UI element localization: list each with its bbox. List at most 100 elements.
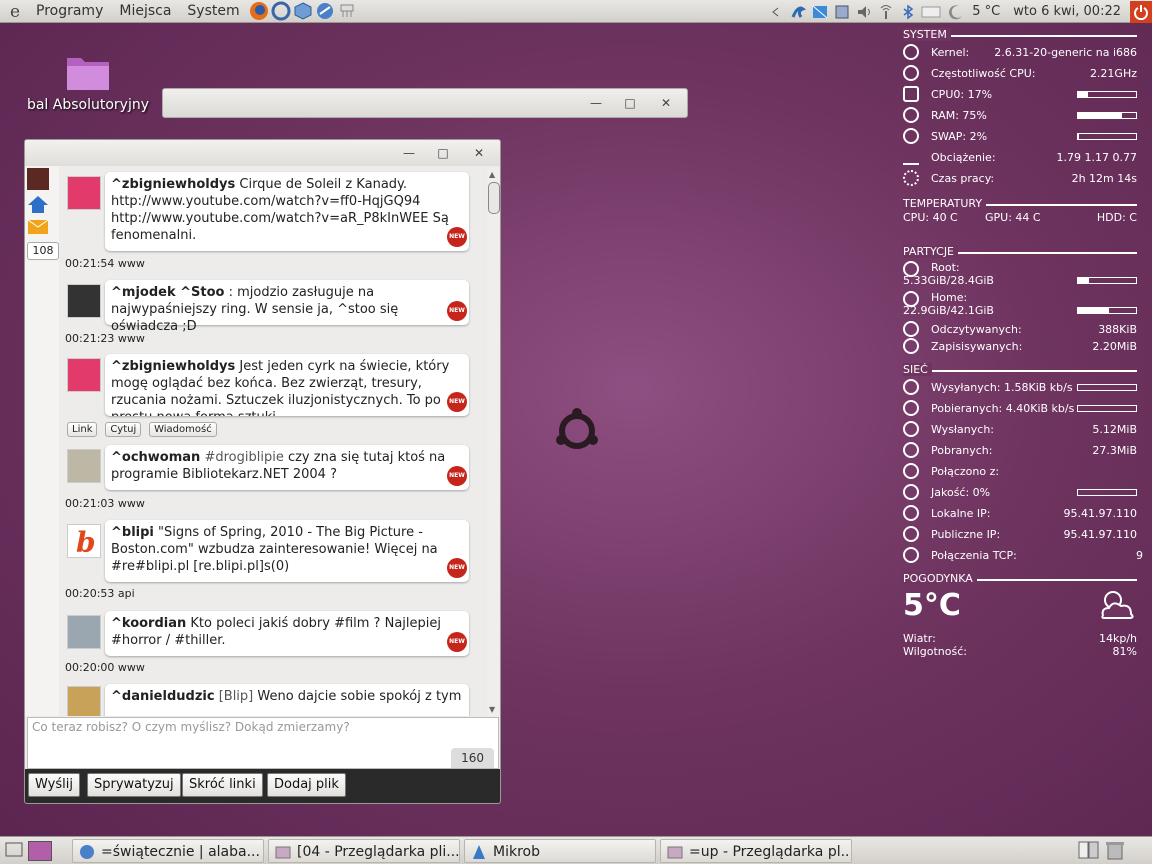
workspace-button[interactable] [28,841,52,861]
quote-button[interactable]: Cytuj [105,422,142,437]
menu-miejsca[interactable]: Miejsca [111,3,179,19]
new-badge-icon: NEW [447,558,467,578]
post-avatar[interactable] [67,449,101,483]
tray-arrow-icon[interactable] [765,1,787,23]
blank-window[interactable]: — □ ✕ [162,88,688,118]
ram-bar [1077,112,1137,119]
desktop-folder[interactable]: bal Absolutoryjny [26,52,150,113]
firefox-icon[interactable] [248,0,270,22]
compose-toolbar: Wyślij Sprywatyzuj Skróć linki Dodaj pli… [25,769,500,803]
unread-count-badge[interactable]: 108 [27,242,59,260]
post-nick[interactable]: ^zbigniewholdys [111,177,235,192]
mikrob-feed[interactable]: ^zbigniewholdys Cirque de Soleil z Kanad… [61,168,487,716]
menu-system[interactable]: System [179,3,247,19]
blipi-logo-icon: b [76,526,96,559]
taskbar-item-mikrob[interactable]: Mikrob [464,839,656,863]
new-badge-icon: NEW [447,301,467,321]
post-nick[interactable]: ^mjodek ^Stoo [111,285,224,300]
read-row: Odczytywanych: 388KiB [903,319,1143,337]
uptime-row: Czas pracy: 2h 12m 14s [903,168,1143,189]
quality-icon [903,484,919,500]
messenger-icon[interactable] [314,0,336,22]
sent-row: Wysłanych: 5.12MiB [903,419,1143,440]
arrow-up-icon [903,421,919,437]
cube-app-icon[interactable] [292,0,314,22]
feed-scrollbar[interactable]: ▲ ▼ [487,168,500,716]
download-graph [1077,405,1137,412]
svg-text:e: e [10,2,20,21]
close-button[interactable]: ✕ [468,140,490,167]
upload-speed-row: Wysyłanych: 1.58KiB kb/s [903,377,1143,398]
mikrob-titlebar[interactable]: — □ ✕ [25,140,500,166]
wireless-icon[interactable] [875,1,897,23]
user-avatar[interactable] [27,168,49,190]
scroll-up-icon[interactable]: ▲ [489,170,495,179]
post-avatar[interactable] [67,176,101,210]
public-ip-row: Publiczne IP: 95.41.97.110 [903,524,1143,545]
post-nick[interactable]: ^blipi [111,525,154,540]
tray-mail-icon[interactable] [809,1,831,23]
taskbar-item-file-browser[interactable]: [04 - Przeglądarka pli... [268,839,460,863]
post-meta: 00:20:53 api [65,587,135,600]
menu-programy[interactable]: Programy [28,3,111,19]
update-notifier-icon[interactable] [336,0,358,22]
cpu0-bar [1077,91,1137,98]
bluetooth-icon[interactable] [897,1,919,23]
network-browser-icon[interactable] [270,0,292,22]
weather-section-head: POGODYNKA [903,572,1143,586]
plus-icon [903,526,919,542]
post-nick[interactable]: ^danieldudzic [111,689,215,704]
add-file-button[interactable]: Dodaj plik [267,773,346,797]
tray-app-swirl-icon[interactable] [787,1,809,23]
taskbar-item-firefox[interactable]: =świątecznie | alaba... [72,839,264,863]
shorten-links-button[interactable]: Skróć linki [182,773,263,797]
mikrob-window: — □ ✕ 108 ^zbigniewholdys Cirque de Sole… [24,139,501,804]
post-nick[interactable]: ^koordian [111,616,186,631]
message-button[interactable]: Wiadomość [149,422,217,437]
post-tag[interactable]: #drogiblipie [204,450,283,465]
close-button[interactable]: ✕ [655,89,677,117]
minimize-button[interactable]: — [398,140,420,167]
shutdown-icon[interactable] [1130,0,1152,23]
post-avatar[interactable] [67,284,101,318]
weather-moon-icon[interactable] [945,1,967,23]
minimize-button[interactable]: — [585,89,607,117]
post-avatar[interactable] [67,358,101,392]
char-counter: 160 [451,748,494,768]
home-icon[interactable] [27,194,49,214]
panel-clock[interactable]: wto 6 kwi, 00:22 [1005,4,1126,19]
send-button[interactable]: Wyślij [28,773,80,797]
arrow-right-icon [903,338,919,354]
scrollbar-thumb[interactable] [488,182,500,214]
battery-icon[interactable] [919,1,945,23]
network-section-head: SIEĆ [903,363,1143,377]
post-avatar[interactable] [67,615,101,649]
trash-icon[interactable] [1104,840,1126,860]
post-nick[interactable]: ^ochwoman [111,450,200,465]
scroll-down-icon[interactable]: ▼ [489,705,495,714]
workspace-switcher-icon[interactable] [1078,840,1100,860]
connected-row: Połączono z: [903,461,1143,482]
show-desktop-icon[interactable] [4,840,24,860]
post-avatar[interactable] [67,686,101,716]
maximize-button[interactable]: □ [619,89,641,117]
post-nick[interactable]: ^zbigniewholdys [111,359,235,374]
post-bubble: ^danieldudzic [Blip] Weno dajcie sobie s… [105,684,469,716]
post-avatar[interactable]: b [67,524,101,559]
privatize-button[interactable]: Sprywatyzuj [87,773,181,797]
taskbar-item-file-browser-2[interactable]: =up - Przeglądarka pl... [660,839,852,863]
messages-icon[interactable] [28,220,48,234]
link-button[interactable]: Link [67,422,98,437]
panel-temperature[interactable]: 5 °C [967,4,1005,19]
download-icon [903,400,919,416]
top-panel: e Programy Miejsca System 5 °C wto 6 kwi… [0,0,1152,23]
post-tag[interactable]: [Blip] [219,689,254,704]
hdd-temp: HDD: C [1096,211,1137,224]
tray-dropbox-icon[interactable] [831,1,853,23]
post-meta: 00:21:23 www [65,332,145,345]
ubuntu-menu-icon[interactable]: e [6,0,28,22]
volume-icon[interactable] [853,1,875,23]
maximize-button[interactable]: □ [432,140,454,167]
compose-field[interactable]: Co teraz robisz? O czym myślisz? Dokąd z… [27,717,499,769]
system-tray: 5 °C wto 6 kwi, 00:22 [765,0,1152,23]
